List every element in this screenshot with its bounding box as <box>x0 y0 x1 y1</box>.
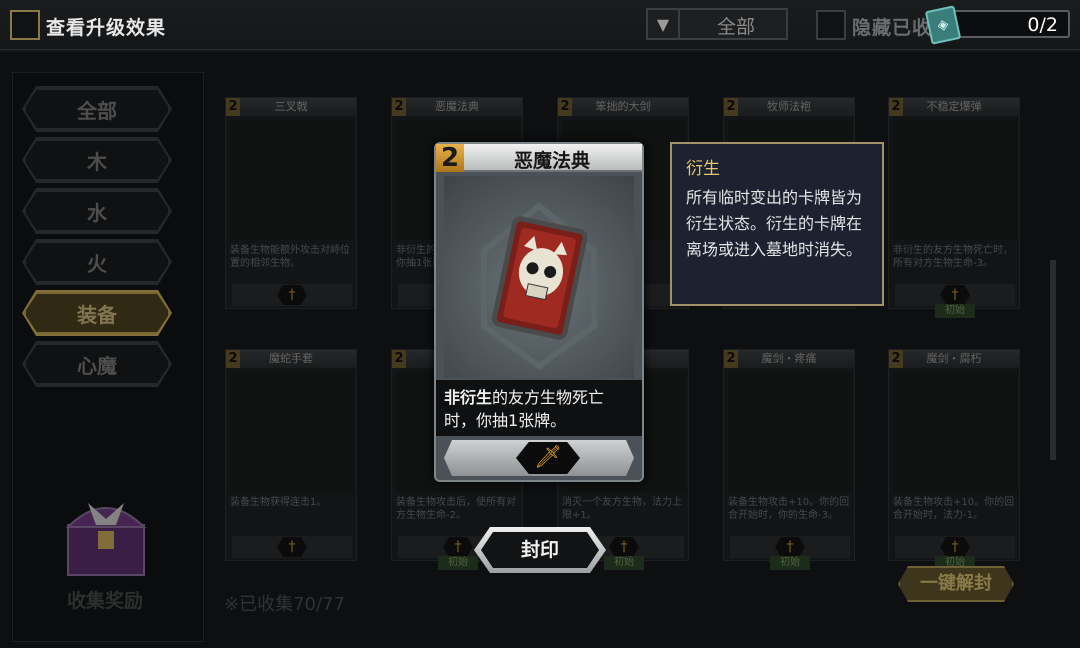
card-title: 恶魔法典 <box>513 150 590 172</box>
count-text: 0/2 <box>1027 14 1058 36</box>
card-footer: 🗡 <box>444 440 634 476</box>
upgrade-label: 查看升级效果 <box>46 17 167 39</box>
dagger-icon: 🗡 <box>516 442 580 474</box>
upgrade-checkbox[interactable] <box>10 10 40 40</box>
seal-button-label: 封印 <box>481 532 599 568</box>
tooltip-title: 衍生 <box>686 159 720 179</box>
top-bar: 查看升级效果 ▼ 全部 隐藏已收 0/2 ◈ <box>0 0 1080 50</box>
hide-collected-checkbox[interactable] <box>816 10 846 40</box>
scrollbar[interactable] <box>1050 260 1056 460</box>
card-description-keyword: 非衍生 <box>444 388 493 407</box>
unseal-all-button[interactable]: 一键解封 <box>898 566 1014 602</box>
count-display: 0/2 <box>948 10 1070 38</box>
seal-button[interactable]: 封印 <box>474 527 606 573</box>
hide-collected-label: 隐藏已收 <box>852 17 933 39</box>
keyword-tooltip: 衍生 所有临时变出的卡牌皆为衍生状态。衍生的卡牌在离场或进入墓地时消失。 <box>670 142 884 306</box>
filter-value: 全部 <box>716 16 755 38</box>
skull-tome-icon <box>444 176 634 378</box>
filter-dropdown[interactable]: ▼ 全部 <box>646 8 788 40</box>
tooltip-body: 所有临时变出的卡牌皆为衍生状态。衍生的卡牌在离场或进入墓地时消失。 <box>686 188 863 259</box>
card-header: 2 恶魔法典 <box>436 144 642 172</box>
card-description: 非衍生的友方生物死亡时，你抽1张牌。 <box>436 380 642 436</box>
dropdown-arrow-icon: ▼ <box>648 10 680 38</box>
card-cost: 2 <box>436 144 464 172</box>
card-detail-modal: 2 恶魔法典 非衍生的友方生物死亡时，你抽1张牌。 🗡 <box>434 142 644 482</box>
